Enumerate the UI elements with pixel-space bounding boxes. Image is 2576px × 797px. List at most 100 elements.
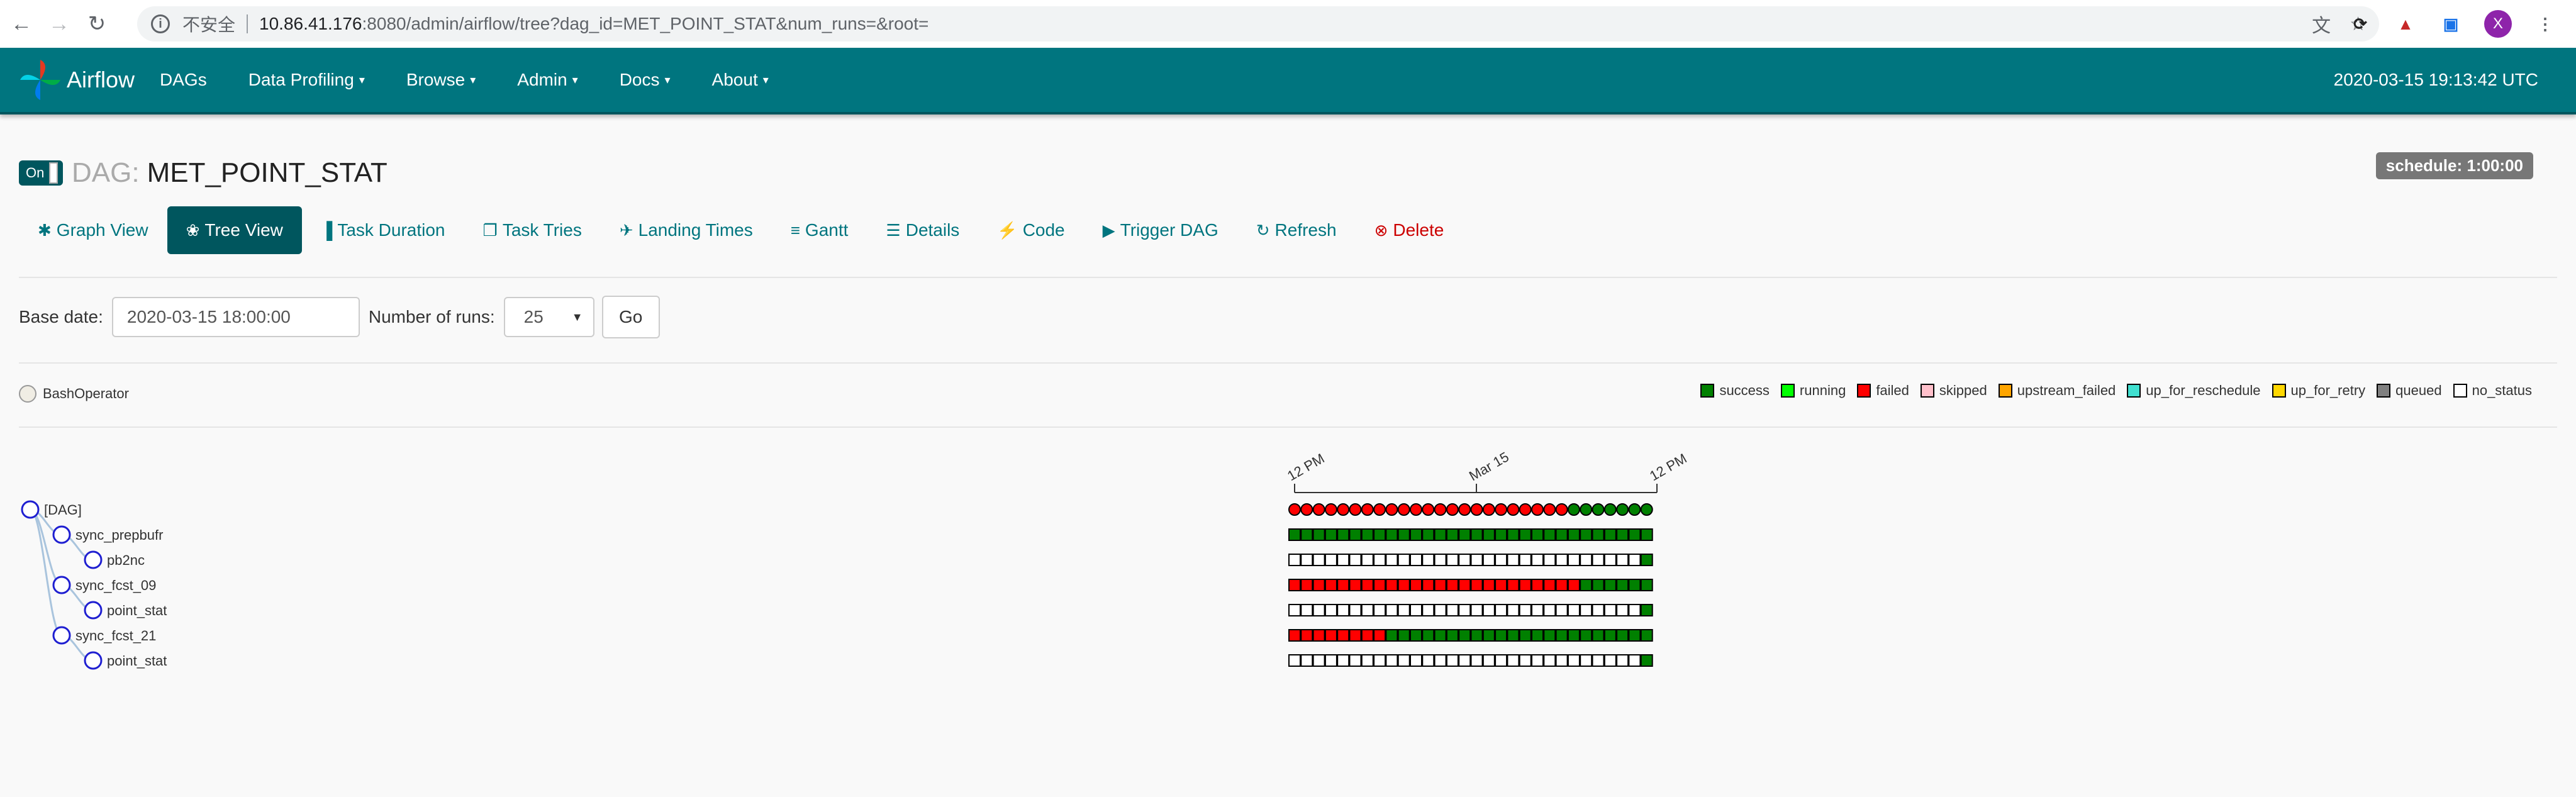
task-instance-square[interactable] xyxy=(1312,554,1325,566)
task-instance-square[interactable] xyxy=(1385,604,1398,616)
task-instance-square[interactable] xyxy=(1458,528,1471,541)
dag-run-circle[interactable] xyxy=(1300,503,1313,516)
task-instance-square[interactable] xyxy=(1507,554,1520,566)
task-instance-square[interactable] xyxy=(1519,554,1532,566)
tab-task-duration[interactable]: ▐ Task Duration xyxy=(302,206,464,254)
task-instance-square[interactable] xyxy=(1410,579,1422,591)
dag-run-circle[interactable] xyxy=(1495,503,1508,516)
task-instance-square[interactable] xyxy=(1446,579,1459,591)
task-instance-square[interactable] xyxy=(1519,579,1532,591)
nav-item-about[interactable]: About ▾ xyxy=(712,70,769,90)
task-instance-square[interactable] xyxy=(1555,554,1568,566)
task-instance-square[interactable] xyxy=(1531,629,1544,642)
task-instance-square[interactable] xyxy=(1446,528,1459,541)
legend-item-no-status[interactable]: no_status xyxy=(2453,382,2532,399)
task-instance-square[interactable] xyxy=(1482,629,1495,642)
task-instance-square[interactable] xyxy=(1361,604,1374,616)
num-runs-select[interactable]: 25 ▼ xyxy=(503,297,594,337)
task-instance-square[interactable] xyxy=(1603,528,1617,541)
task-instance-square[interactable] xyxy=(1446,654,1459,667)
task-instance-square[interactable] xyxy=(1312,528,1325,541)
tab-delete[interactable]: ⊗ Delete xyxy=(1356,206,1463,254)
dag-run-circle[interactable] xyxy=(1446,503,1459,516)
task-instance-square[interactable] xyxy=(1519,654,1532,667)
task-instance-square[interactable] xyxy=(1458,654,1471,667)
task-instance-square[interactable] xyxy=(1397,554,1410,566)
task-instance-square[interactable] xyxy=(1616,654,1629,667)
task-instance-square[interactable] xyxy=(1324,604,1337,616)
task-instance-square[interactable] xyxy=(1324,528,1337,541)
profile-avatar[interactable]: X xyxy=(2484,10,2512,38)
tree-node-circle[interactable] xyxy=(52,525,71,544)
task-instance-square[interactable] xyxy=(1373,579,1386,591)
task-instance-square[interactable] xyxy=(1397,604,1410,616)
task-instance-square[interactable] xyxy=(1555,654,1568,667)
task-instance-square[interactable] xyxy=(1507,629,1520,642)
tree-node-circle[interactable] xyxy=(52,626,71,645)
task-instance-square[interactable] xyxy=(1434,528,1447,541)
tree-node-circle[interactable] xyxy=(84,550,103,569)
task-instance-square[interactable] xyxy=(1361,579,1374,591)
task-instance-square[interactable] xyxy=(1397,579,1410,591)
task-instance-square[interactable] xyxy=(1616,579,1629,591)
task-instance-square[interactable] xyxy=(1312,629,1325,642)
task-instance-square[interactable] xyxy=(1410,654,1422,667)
task-instance-square[interactable] xyxy=(1361,654,1374,667)
tree-node-circle[interactable] xyxy=(52,576,71,594)
task-instance-square[interactable] xyxy=(1603,654,1617,667)
pdf-extension-icon[interactable]: ▲ xyxy=(2394,12,2417,36)
task-instance-square[interactable] xyxy=(1446,629,1459,642)
task-instance-square[interactable] xyxy=(1495,654,1508,667)
task-instance-square[interactable] xyxy=(1470,604,1483,616)
task-instance-square[interactable] xyxy=(1385,629,1398,642)
task-instance-square[interactable] xyxy=(1288,579,1301,591)
task-instance-square[interactable] xyxy=(1446,604,1459,616)
task-instance-square[interactable] xyxy=(1373,528,1386,541)
task-instance-square[interactable] xyxy=(1555,579,1568,591)
translator-extension-icon[interactable]: ▣ xyxy=(2439,12,2463,36)
tab-refresh[interactable]: ↻ Refresh xyxy=(1237,206,1356,254)
task-instance-square[interactable] xyxy=(1519,604,1532,616)
task-instance-square[interactable] xyxy=(1385,528,1398,541)
url-text[interactable]: 10.86.41.176:8080/admin/airflow/tree?dag… xyxy=(259,14,928,34)
dag-run-circle[interactable] xyxy=(1385,503,1398,516)
dag-run-circle[interactable] xyxy=(1519,503,1532,516)
base-date-input[interactable]: 2020-03-15 18:00:00 xyxy=(111,297,360,337)
task-instance-square[interactable] xyxy=(1640,654,1653,667)
legend-item-success[interactable]: success xyxy=(1700,382,1770,399)
task-instance-square[interactable] xyxy=(1531,654,1544,667)
task-instance-square[interactable] xyxy=(1616,604,1629,616)
task-instance-square[interactable] xyxy=(1300,604,1313,616)
task-instance-square[interactable] xyxy=(1288,604,1301,616)
task-instance-square[interactable] xyxy=(1531,579,1544,591)
task-instance-square[interactable] xyxy=(1422,528,1435,541)
tab-code[interactable]: ⚡ Code xyxy=(978,206,1083,254)
task-instance-square[interactable] xyxy=(1312,604,1325,616)
task-instance-square[interactable] xyxy=(1482,604,1495,616)
task-instance-square[interactable] xyxy=(1531,554,1544,566)
task-instance-square[interactable] xyxy=(1580,629,1593,642)
task-instance-square[interactable] xyxy=(1470,579,1483,591)
dag-on-toggle[interactable]: On xyxy=(19,160,63,186)
task-instance-square[interactable] xyxy=(1555,629,1568,642)
reload-icon[interactable]: ↻ xyxy=(81,8,113,40)
task-instance-square[interactable] xyxy=(1349,604,1362,616)
task-instance-square[interactable] xyxy=(1640,579,1653,591)
task-instance-square[interactable] xyxy=(1592,629,1605,642)
task-instance-square[interactable] xyxy=(1592,579,1605,591)
task-instance-square[interactable] xyxy=(1531,528,1544,541)
translate-icon[interactable]: 文 xyxy=(2312,10,2331,38)
task-instance-square[interactable] xyxy=(1616,528,1629,541)
task-instance-square[interactable] xyxy=(1373,554,1386,566)
task-instance-square[interactable] xyxy=(1519,629,1532,642)
dag-run-circle[interactable] xyxy=(1592,503,1605,516)
task-instance-square[interactable] xyxy=(1495,604,1508,616)
dag-run-circle[interactable] xyxy=(1373,503,1386,516)
task-instance-square[interactable] xyxy=(1300,579,1313,591)
task-instance-square[interactable] xyxy=(1628,629,1641,642)
task-instance-square[interactable] xyxy=(1628,654,1641,667)
task-instance-square[interactable] xyxy=(1580,528,1593,541)
dag-run-circle[interactable] xyxy=(1312,503,1325,516)
dag-run-circle[interactable] xyxy=(1361,503,1374,516)
info-icon[interactable]: i xyxy=(151,14,170,33)
